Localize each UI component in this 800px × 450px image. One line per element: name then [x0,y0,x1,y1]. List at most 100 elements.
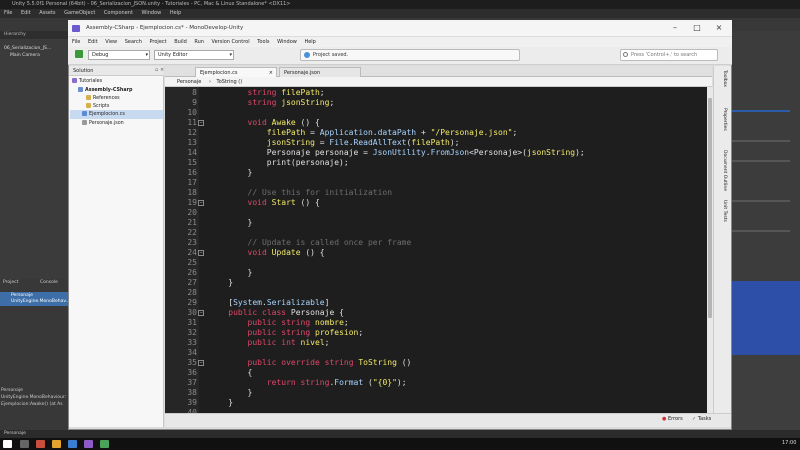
code-line[interactable]: 16 } [165,168,707,178]
unity-menu-window[interactable]: Window [142,10,162,16]
breadcrumb-method[interactable]: ToString () [217,79,243,85]
code-line[interactable]: 24− void Update () { [165,248,707,258]
code-line[interactable]: 32 public string profesion; [165,328,707,338]
minimize-button[interactable]: – [664,20,686,36]
fold-toggle-icon[interactable]: − [198,200,204,206]
code-line[interactable]: 39 } [165,398,707,408]
code-line[interactable]: 9 string jsonString; [165,98,707,108]
menu-build[interactable]: Build [174,39,187,45]
unity-menu-component[interactable]: Component [104,10,133,16]
tasks-pad-button[interactable]: ✓ Tasks [692,416,711,422]
code-line[interactable]: 29 [System.Serializable] [165,298,707,308]
project-tab[interactable]: Project [3,280,18,285]
code-line[interactable]: 28 [165,288,707,298]
hierarchy-tab[interactable]: Hierarchy [0,31,68,39]
tab-personaje-json[interactable]: Personaje.json [279,67,361,77]
maximize-button[interactable]: □ [686,20,708,36]
taskbar-app-3-icon[interactable] [52,440,61,448]
taskbar-app-6-icon[interactable] [100,440,109,448]
tab-ejemplocion[interactable]: Ejemplocion.cs × [195,67,277,77]
editor-scrollbar-thumb[interactable] [708,98,712,318]
code-line[interactable]: 13 jsonString = File.ReadAllText(filePat… [165,138,707,148]
menu-view[interactable]: View [105,39,117,45]
run-icon[interactable] [75,50,83,58]
fold-toggle-icon[interactable]: − [198,310,204,316]
code-line[interactable]: 25 [165,258,707,268]
solution-item-personaje-json[interactable]: Personaje.json [82,119,124,128]
fold-toggle-icon[interactable]: − [198,120,204,126]
code-line[interactable]: 14 Personaje personaje = JsonUtility.Fro… [165,148,707,158]
code-line[interactable]: 36 { [165,368,707,378]
fold-toggle-icon[interactable]: − [198,250,204,256]
code-line[interactable]: 8 string filePath; [165,88,707,98]
windows-start-icon[interactable] [3,440,12,448]
breadcrumb-class[interactable]: Personaje [177,79,201,85]
code-line[interactable]: 26 } [165,268,707,278]
code-line[interactable]: 22 [165,228,707,238]
code-line[interactable]: 15 print(personaje); [165,158,707,168]
menu-version-control[interactable]: Version Control [212,39,250,45]
hierarchy-panel [0,31,68,279]
menu-search[interactable]: Search [125,39,142,45]
code-line[interactable]: 18 // Use this for initialization [165,188,707,198]
toolbox-tab[interactable]: Toolbox [715,70,727,87]
code-line[interactable]: 10 [165,108,707,118]
close-button[interactable]: × [708,20,730,36]
unity-menu-file[interactable]: File [4,10,12,16]
code-line[interactable]: 23 // Update is called once per frame [165,238,707,248]
code-line[interactable]: 21 } [165,218,707,228]
taskbar-app-4-icon[interactable] [68,440,77,448]
hierarchy-item-scene[interactable]: 06_Serializacion_JS... [4,46,51,51]
document-outline-tab[interactable]: Document Outline [715,150,727,191]
taskbar-app-2-icon[interactable] [36,440,45,448]
properties-tab[interactable]: Properties [715,108,727,131]
code-line[interactable]: 19− void Start () { [165,198,707,208]
folder-icon [86,95,91,100]
unity-menu-assets[interactable]: Assets [39,10,55,16]
code-line[interactable]: 38 } [165,388,707,398]
unity-menu-gameobject[interactable]: GameObject [64,10,95,16]
pad-options-icon[interactable]: ▫ × [155,67,164,73]
target-combo-value: Unity Editor [158,52,188,58]
code-text: void Update () { [247,248,325,257]
menu-file[interactable]: File [72,39,80,45]
menu-tools[interactable]: Tools [257,39,269,45]
unit-tests-tab[interactable]: Unit Tests [715,200,727,222]
breadcrumb: Personaje › ToString () [165,77,712,87]
code-line[interactable]: 20 [165,208,707,218]
code-line[interactable]: 37 return string.Format ("{0}"); [165,378,707,388]
code-text: public class Personaje { [228,308,344,317]
menu-window[interactable]: Window [277,39,297,45]
code-line[interactable]: 12 filePath = Application.dataPath + "/P… [165,128,707,138]
target-combo[interactable]: Unity Editor ▾ [154,50,234,60]
line-number: 20 [187,208,197,217]
hierarchy-item-camera[interactable]: Main Camera [10,53,40,58]
code-line[interactable]: 30− public class Personaje { [165,308,707,318]
unity-status-bar: Personaje [0,430,800,438]
console-tab[interactable]: Console [40,280,58,285]
unity-menu-help[interactable]: Help [170,10,181,16]
taskbar-app-1-icon[interactable] [20,440,29,448]
line-number: 22 [187,228,197,237]
taskbar-app-5-icon[interactable] [84,440,93,448]
solution-item-ejemplocion[interactable]: Ejemplocion.cs [82,110,125,119]
menu-project[interactable]: Project [150,39,167,45]
line-number: 13 [187,138,197,147]
menu-edit[interactable]: Edit [88,39,98,45]
code-line[interactable]: 11− void Awake () { [165,118,707,128]
code-line[interactable]: 35− public override string ToString () [165,358,707,368]
code-line[interactable]: 33 public int nivel; [165,338,707,348]
code-line[interactable]: 17 [165,178,707,188]
search-input[interactable]: Press 'Control+,' to search [620,49,718,61]
fold-toggle-icon[interactable]: − [198,360,204,366]
code-line[interactable]: 34 [165,348,707,358]
menu-help[interactable]: Help [304,39,315,45]
menu-run[interactable]: Run [194,39,204,45]
configuration-combo[interactable]: Debug ▾ [88,50,150,60]
line-number: 35 [187,358,197,367]
solution-item-solution[interactable]: Tutoriales [72,77,102,86]
unity-menu-edit[interactable]: Edit [21,10,31,16]
code-line[interactable]: 27 } [165,278,707,288]
code-line[interactable]: 31 public string nombre; [165,318,707,328]
errors-pad-button[interactable]: ● Errors [662,416,683,422]
